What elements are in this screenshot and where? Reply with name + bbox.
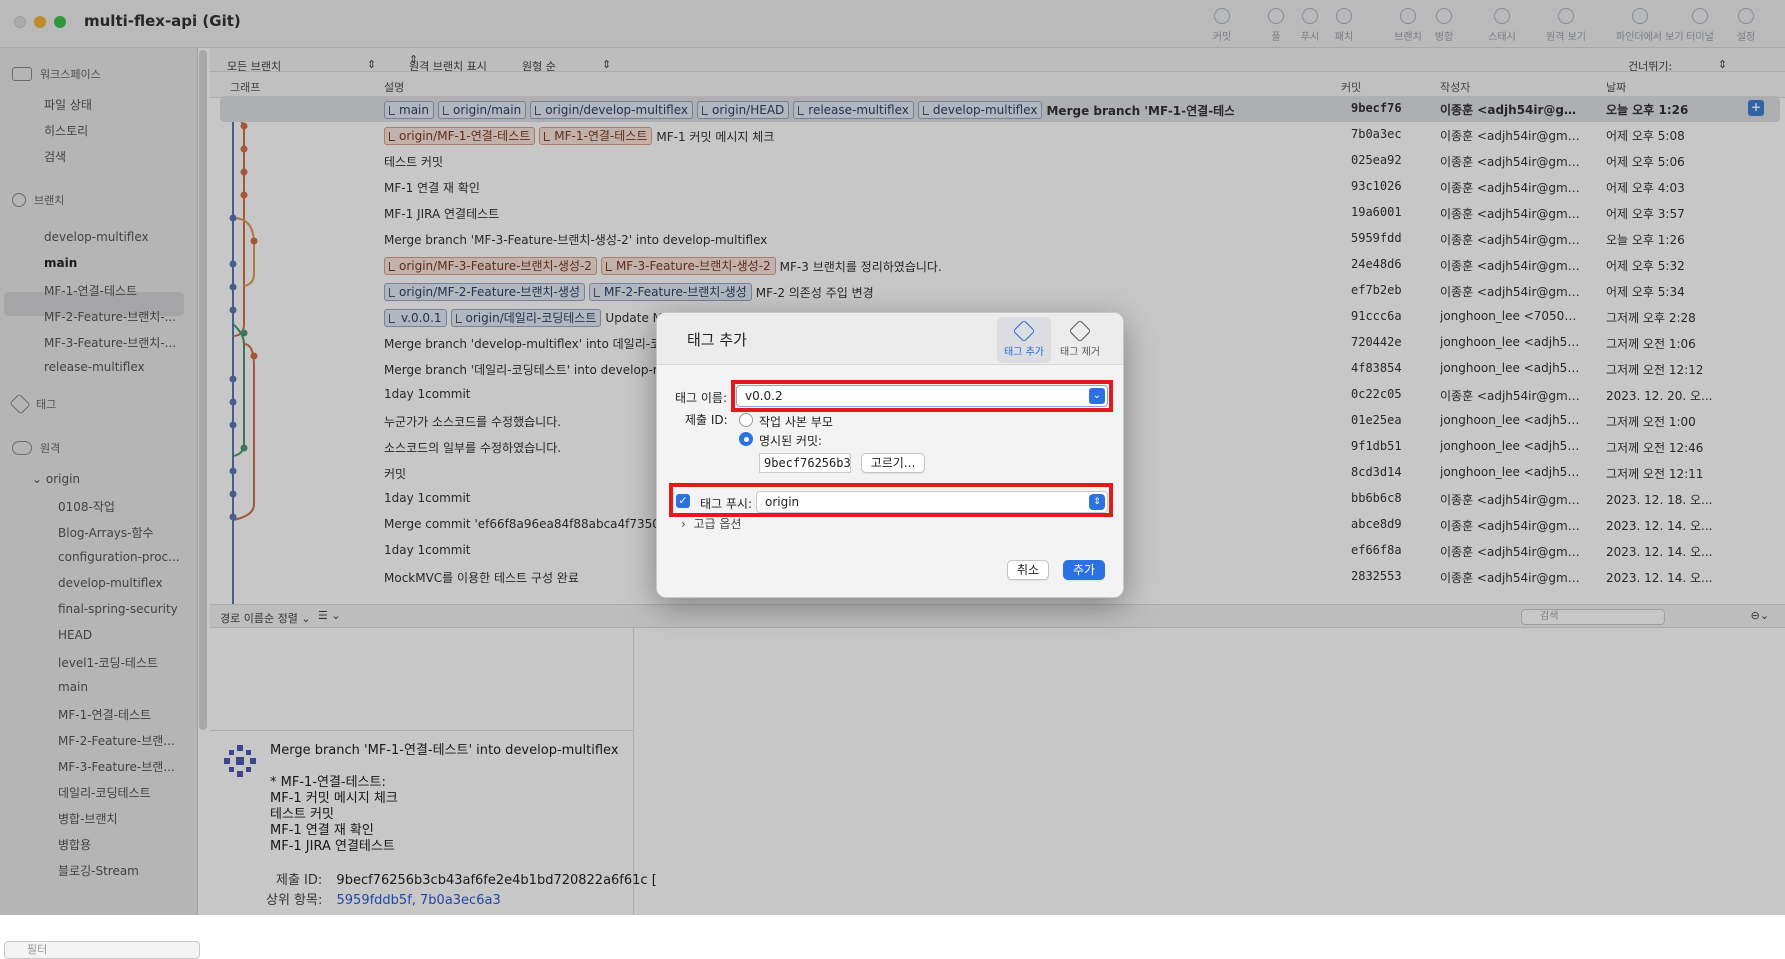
add-tag-dialog: 태그 추가 태그 추가 태그 제거 태그 이름: v0.0.2 ⌄ 제출 ID: … (656, 312, 1124, 598)
commit-id-label: 제출 ID: (685, 413, 728, 427)
tab-remove-tag[interactable]: 태그 제거 (1053, 317, 1107, 363)
tag-name-label: 태그 이름: (675, 391, 728, 405)
advanced-options-toggle[interactable]: › 고급 옵션 (681, 515, 741, 532)
radio-working-copy-label: 작업 사본 부모 (759, 415, 833, 429)
sidebar-filter-input[interactable]: 필터 (4, 941, 200, 959)
tab-add-tag[interactable]: 태그 추가 (997, 317, 1051, 363)
tag-add-icon (1012, 319, 1036, 343)
radio-working-copy-parent[interactable] (739, 413, 753, 427)
dialog-title: 태그 추가 (687, 331, 747, 349)
highlight-push-tag (669, 483, 1113, 517)
tag-remove-icon (1068, 319, 1092, 343)
cancel-button[interactable]: 취소 (1007, 560, 1049, 580)
radio-specific-commit[interactable] (739, 432, 753, 446)
add-button[interactable]: 추가 (1063, 560, 1105, 580)
dialog-header: 태그 추가 태그 추가 태그 제거 (657, 313, 1123, 365)
radio-specific-commit-label: 명시된 커밋: (759, 434, 823, 448)
highlight-tag-name (731, 380, 1113, 412)
commit-hash-field[interactable]: 9becf76256b3 (759, 453, 851, 473)
choose-commit-button[interactable]: 고르기... (861, 453, 925, 473)
